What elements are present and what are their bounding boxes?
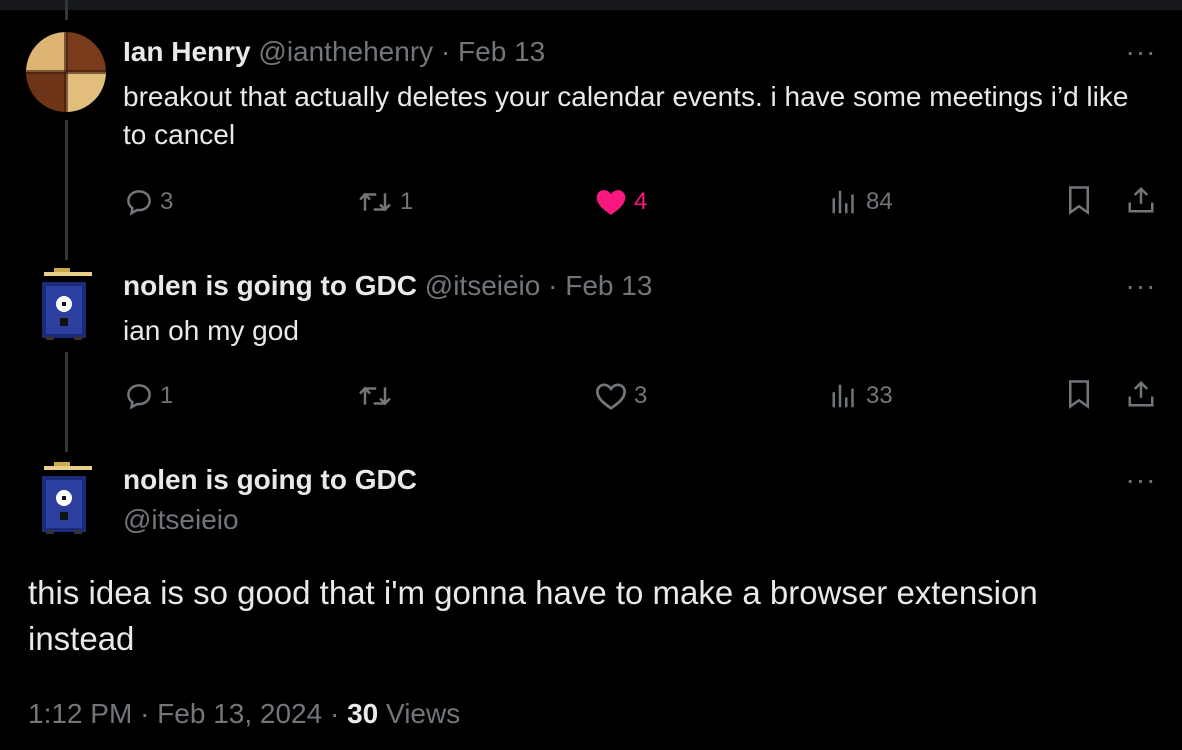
like-count: 3 bbox=[634, 382, 648, 409]
tweet-time[interactable]: 1:12 PM bbox=[28, 698, 132, 729]
repost-count: 1 bbox=[400, 188, 414, 215]
bookmark-icon bbox=[1066, 185, 1092, 220]
handle[interactable]: @itseieio bbox=[425, 270, 541, 301]
views-button[interactable]: 84 bbox=[830, 184, 893, 220]
timestamp[interactable]: Feb 13 bbox=[565, 270, 652, 301]
reply-icon bbox=[124, 187, 154, 217]
more-options-button[interactable]: ··· bbox=[1124, 272, 1158, 310]
tweet-header: nolen is going to GDC @itseieio · Feb 13 bbox=[123, 269, 652, 303]
avatar[interactable] bbox=[26, 32, 106, 112]
share-icon bbox=[1126, 185, 1156, 220]
thread-line bbox=[65, 0, 68, 20]
heart-icon bbox=[594, 381, 628, 411]
reply-button[interactable]: 3 bbox=[124, 184, 173, 220]
tweet-header: Ian Henry @ianthehenry · Feb 13 bbox=[123, 35, 545, 69]
like-button[interactable]: 3 bbox=[594, 378, 647, 414]
tweet-text: breakout that actually deletes your cale… bbox=[123, 81, 1129, 150]
share-button[interactable] bbox=[1124, 378, 1158, 414]
more-options-button[interactable]: ··· bbox=[1124, 466, 1158, 504]
tweet-date[interactable]: Feb 13, 2024 bbox=[157, 698, 322, 729]
thread-line bbox=[65, 120, 68, 260]
tweet-text: ian oh my god bbox=[123, 315, 299, 346]
views-label: Views bbox=[386, 698, 461, 729]
like-count: 4 bbox=[634, 188, 648, 215]
top-bar bbox=[0, 0, 1182, 10]
views-chart-icon bbox=[830, 187, 860, 217]
bookmark-icon bbox=[1066, 379, 1092, 414]
repost-button[interactable]: 1 bbox=[356, 184, 413, 220]
view-count: 33 bbox=[866, 382, 893, 409]
more-options-button[interactable]: ··· bbox=[1124, 38, 1158, 76]
display-name[interactable]: nolen is going to GDC bbox=[123, 270, 417, 301]
reply-button[interactable]: 1 bbox=[124, 378, 173, 414]
repost-icon bbox=[356, 381, 394, 411]
main-tweet-text: this idea is so good that i'm gonna have… bbox=[28, 574, 1038, 657]
like-button[interactable]: 4 bbox=[594, 184, 647, 220]
handle[interactable]: @itseieio bbox=[123, 503, 239, 537]
separator: · bbox=[329, 698, 340, 729]
views-chart-icon bbox=[830, 381, 860, 411]
repost-button[interactable] bbox=[356, 378, 400, 414]
display-name[interactable]: nolen is going to GDC bbox=[123, 463, 417, 497]
bookmark-button[interactable] bbox=[1062, 378, 1096, 414]
display-name[interactable]: Ian Henry bbox=[123, 36, 251, 67]
view-count: 84 bbox=[866, 188, 893, 215]
separator: · bbox=[140, 698, 150, 729]
repost-icon bbox=[356, 187, 394, 217]
separator: · bbox=[440, 36, 451, 67]
avatar[interactable] bbox=[32, 264, 96, 344]
bookmark-button[interactable] bbox=[1062, 184, 1096, 220]
share-button[interactable] bbox=[1124, 184, 1158, 220]
heart-icon bbox=[594, 187, 628, 217]
separator: · bbox=[548, 270, 558, 301]
reply-count: 3 bbox=[160, 188, 174, 215]
tweet-meta: 1:12 PM · Feb 13, 2024 · 30 Views bbox=[28, 698, 460, 730]
views-count: 30 bbox=[347, 698, 379, 729]
reply-count: 1 bbox=[160, 382, 174, 409]
views-button[interactable]: 33 bbox=[830, 378, 893, 414]
thread-line bbox=[65, 352, 68, 452]
avatar[interactable] bbox=[32, 458, 96, 538]
timestamp[interactable]: Feb 13 bbox=[458, 36, 545, 67]
share-icon bbox=[1126, 379, 1156, 414]
handle[interactable]: @ianthehenry bbox=[258, 36, 433, 67]
reply-icon bbox=[124, 381, 154, 411]
